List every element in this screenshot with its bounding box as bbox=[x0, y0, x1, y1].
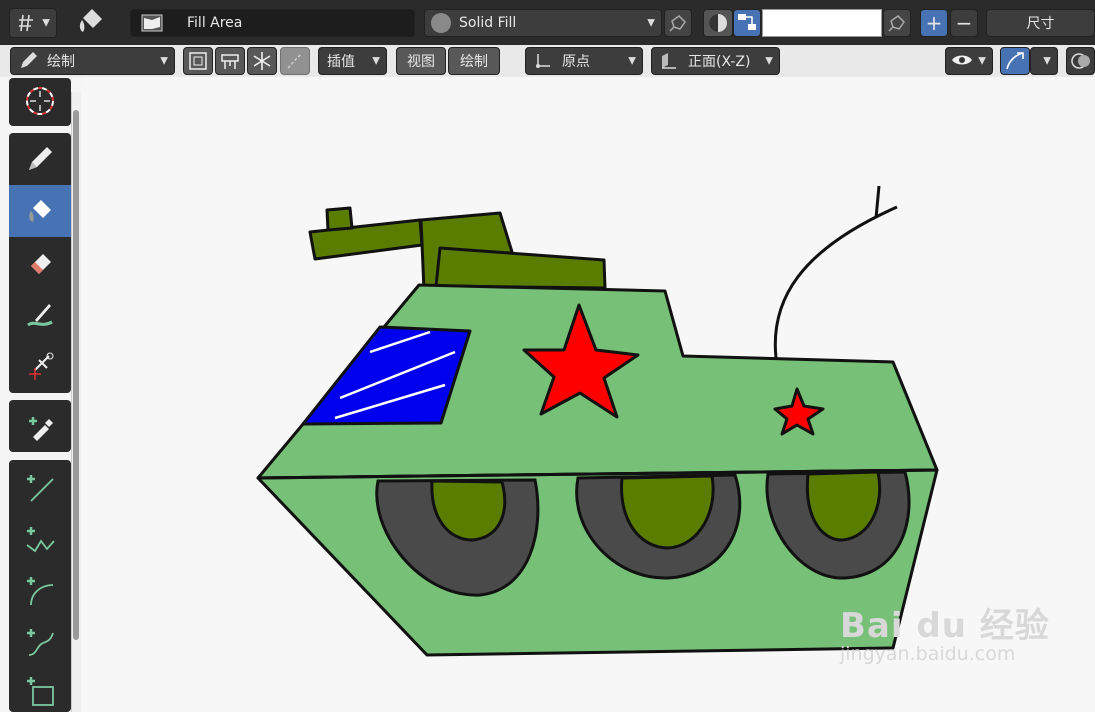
brush-tint-icon bbox=[27, 304, 53, 327]
cutter-tool[interactable] bbox=[9, 341, 71, 393]
tint-tool[interactable] bbox=[9, 289, 71, 341]
scissors-cutter-icon bbox=[29, 352, 54, 380]
turret bbox=[434, 246, 607, 290]
box-icon bbox=[27, 677, 54, 706]
eraser-icon bbox=[31, 254, 51, 274]
fill-tool[interactable] bbox=[9, 185, 71, 237]
baidu-watermark: Bai du 经验 jingyan.baidu.com bbox=[840, 598, 1050, 665]
box-tool[interactable] bbox=[9, 668, 71, 712]
curve-icon bbox=[27, 629, 54, 656]
crosshair-cursor-icon bbox=[26, 87, 54, 115]
cursor-tool-panel bbox=[9, 78, 71, 126]
eyedropper-tool[interactable] bbox=[9, 400, 71, 452]
draw-tool[interactable] bbox=[9, 133, 71, 185]
eyedropper-panel bbox=[9, 400, 71, 452]
eyedropper-icon bbox=[29, 417, 53, 441]
window bbox=[301, 325, 472, 426]
gun-muzzle bbox=[325, 206, 354, 232]
cursor-tool[interactable] bbox=[9, 78, 71, 124]
arc-tool[interactable] bbox=[9, 564, 71, 616]
line-icon bbox=[27, 475, 54, 502]
draw-tools-panel bbox=[9, 133, 71, 393]
polyline-icon bbox=[26, 527, 55, 553]
shape-tools-panel bbox=[9, 460, 71, 712]
polyline-tool[interactable] bbox=[9, 514, 71, 566]
paint-bucket-icon bbox=[29, 200, 51, 222]
erase-tool[interactable] bbox=[9, 237, 71, 289]
antenna bbox=[773, 185, 898, 359]
pencil-icon bbox=[29, 147, 52, 170]
line-tool[interactable] bbox=[9, 462, 71, 514]
arc-icon bbox=[27, 577, 54, 606]
toolbar-scrollbar[interactable] bbox=[73, 110, 79, 640]
watermark-brand: Bai du 经验 bbox=[840, 606, 1050, 646]
curve-tool[interactable] bbox=[9, 616, 71, 668]
